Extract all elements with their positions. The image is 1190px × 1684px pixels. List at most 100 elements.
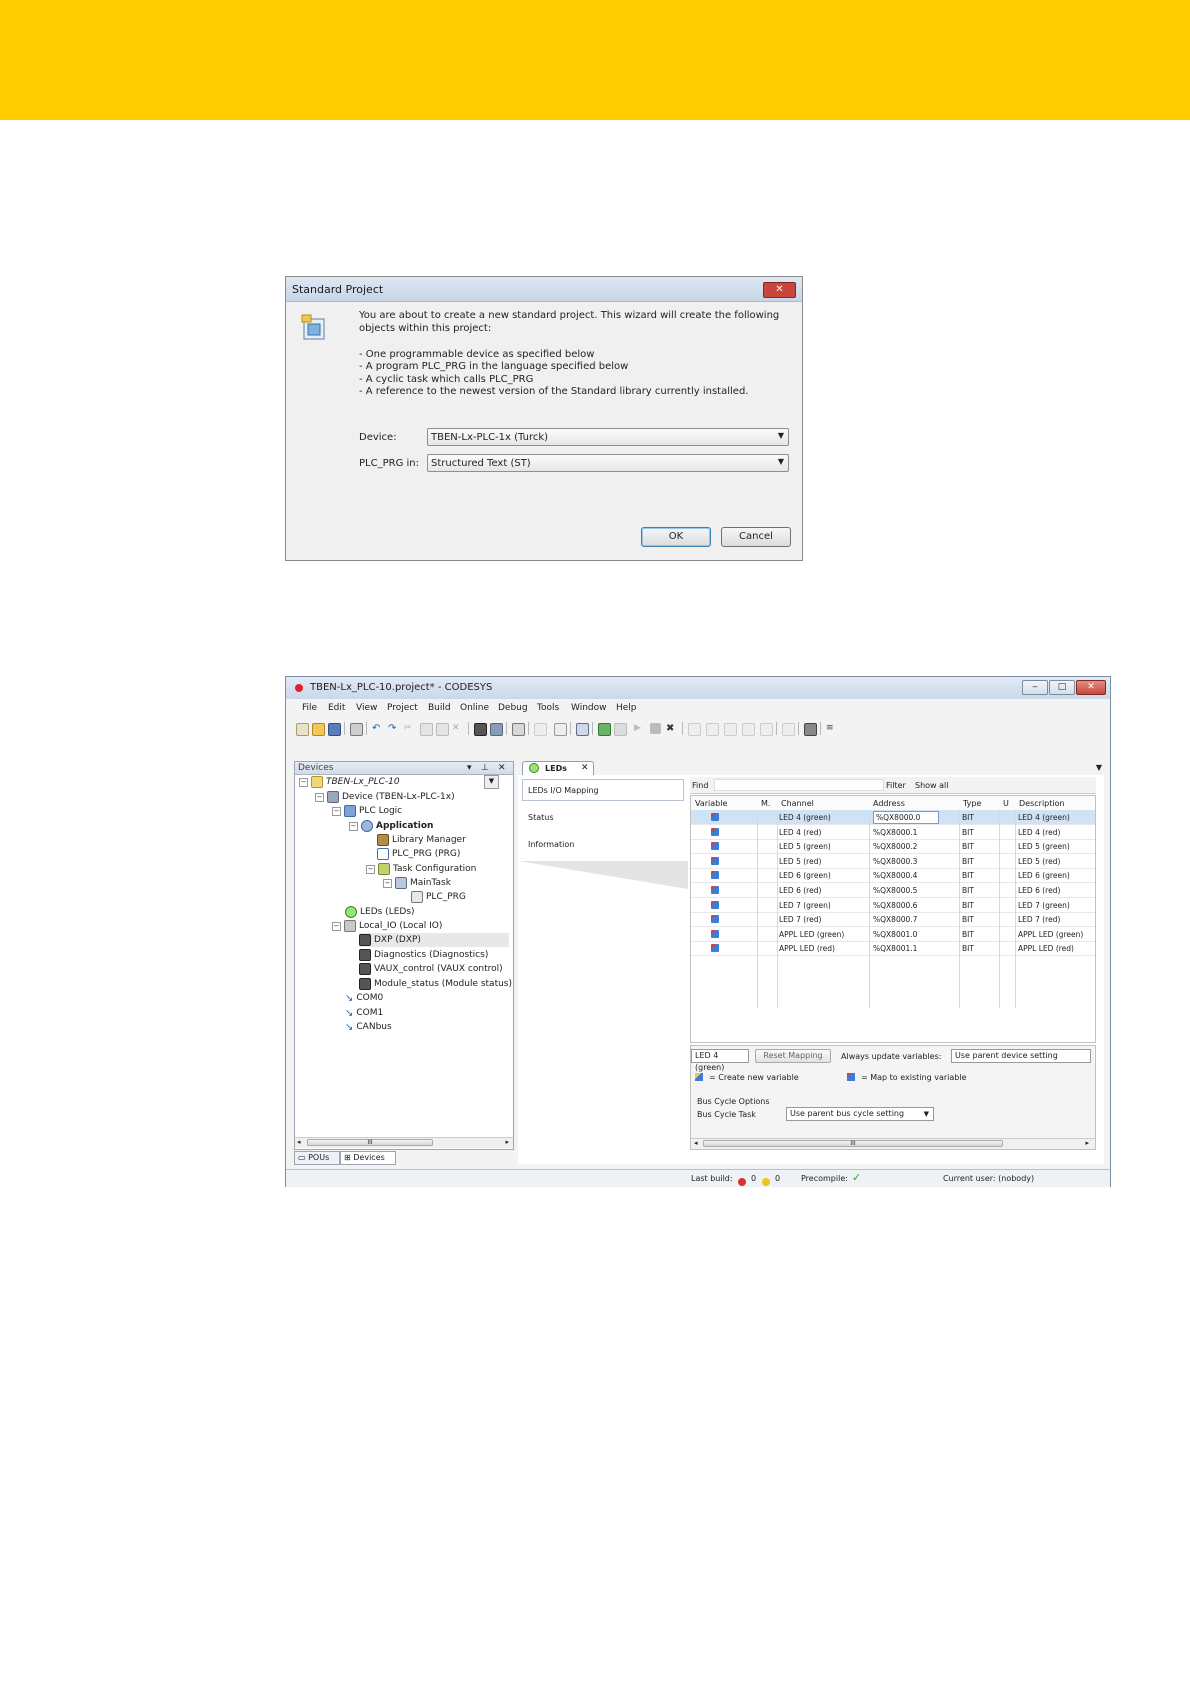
nav-status[interactable]: Status — [528, 813, 554, 822]
nav-leds-io-mapping[interactable]: LEDs I/O Mapping — [528, 786, 599, 795]
address-cell[interactable]: %QX8001.1 — [873, 944, 917, 953]
table-row[interactable]: LED 7 (green) %QX8000.6 BIT LED 7 (green) — [691, 898, 1095, 913]
always-update-select[interactable]: Use parent device setting — [951, 1049, 1091, 1063]
tab-list-dropdown-icon[interactable]: ▼ — [1096, 763, 1102, 772]
filter-select[interactable]: Show all — [915, 781, 948, 790]
step-over-icon[interactable] — [706, 723, 719, 736]
tree-item-com0[interactable]: ↘ COM0 — [345, 991, 383, 1005]
logout-icon[interactable] — [614, 723, 627, 736]
menu-window[interactable]: Window — [571, 703, 607, 713]
menu-view[interactable]: View — [356, 703, 377, 713]
tree-item-leds[interactable]: LEDs (LEDs) — [345, 905, 415, 919]
tree-item-local-io[interactable]: − Local_IO (Local IO) — [332, 919, 442, 933]
add-folder-icon[interactable] — [554, 723, 567, 736]
table-row[interactable]: LED 5 (green) %QX8000.2 BIT LED 5 (green) — [691, 839, 1095, 855]
scroll-left-icon[interactable]: ◂ — [694, 1139, 698, 1147]
address-cell[interactable]: %QX8000.7 — [873, 915, 917, 924]
tree-item-task-configuration[interactable]: − Task Configuration — [366, 862, 476, 876]
bus-cycle-task-select[interactable]: Use parent bus cycle setting ▼ — [786, 1107, 934, 1121]
address-cell[interactable]: %QX8000.1 — [873, 828, 917, 837]
find-input[interactable] — [714, 779, 884, 791]
scrollbar-thumb[interactable]: III — [307, 1139, 433, 1146]
collapse-toggle[interactable]: − — [383, 878, 392, 888]
tree-item-library-manager[interactable]: Library Manager — [377, 833, 466, 847]
minimize-button[interactable]: ‒ — [1022, 680, 1048, 695]
address-cell[interactable]: %QX8001.0 — [873, 930, 917, 939]
tree-item-plc-prg-call[interactable]: PLC_PRG — [411, 890, 466, 904]
table-row[interactable]: APPL LED (green) %QX8001.0 BIT APPL LED (gr… — [691, 927, 1095, 942]
print-icon[interactable] — [350, 723, 363, 736]
collapse-toggle[interactable]: − — [366, 864, 375, 874]
step-out-icon[interactable] — [742, 723, 755, 736]
col-unit[interactable]: U — [1003, 799, 1009, 808]
start-icon[interactable]: ▶ — [634, 723, 645, 734]
tree-item-device[interactable]: − Device (TBEN-Lx-PLC-1x) — [315, 790, 455, 804]
tree-item-plc-logic[interactable]: − PLC Logic — [332, 804, 402, 818]
login-icon[interactable] — [598, 723, 611, 736]
col-type[interactable]: Type — [963, 799, 981, 808]
pane-close-icon[interactable]: ✕ — [498, 763, 506, 773]
address-cell[interactable]: %QX8000.3 — [873, 857, 917, 866]
tree-dropdown-button[interactable]: ▼ — [484, 775, 499, 789]
menu-build[interactable]: Build — [428, 703, 451, 713]
col-address[interactable]: Address — [873, 799, 905, 808]
window-close-button[interactable]: ✕ — [1076, 680, 1106, 695]
address-cell[interactable]: %QX8000.5 — [873, 886, 917, 895]
menu-help[interactable]: Help — [616, 703, 637, 713]
collapse-toggle[interactable]: − — [299, 777, 308, 787]
tree-item-diagnostics[interactable]: Diagnostics (Diagnostics) — [359, 948, 488, 962]
scrollbar-thumb[interactable]: III — [703, 1140, 1003, 1147]
tree-item-plc-prg[interactable]: PLC_PRG (PRG) — [377, 847, 460, 861]
table-row[interactable]: LED 5 (red) %QX8000.3 BIT LED 5 (red) — [691, 854, 1095, 869]
table-row[interactable]: LED 6 (red) %QX8000.5 BIT LED 6 (red) — [691, 883, 1095, 898]
write-values-icon[interactable] — [782, 723, 795, 736]
paste-icon[interactable] — [436, 723, 449, 736]
table-row[interactable]: LED 4 (red) %QX8000.1 BIT LED 4 (red) — [691, 825, 1095, 840]
reset-icon[interactable]: ✖ — [666, 723, 677, 734]
tree-item-application[interactable]: − Application — [349, 819, 433, 833]
table-row[interactable]: LED 6 (green) %QX8000.4 BIT LED 6 (green) — [691, 868, 1095, 884]
menu-tools[interactable]: Tools — [537, 703, 559, 713]
add-object-icon[interactable] — [534, 723, 547, 736]
reset-mapping-button[interactable]: Reset Mapping — [755, 1049, 831, 1063]
address-cell[interactable]: %QX8000.0 — [873, 811, 939, 824]
delete-icon[interactable]: ✕ — [452, 723, 463, 734]
tab-leds[interactable]: LEDs ✕ — [522, 761, 594, 775]
collapse-toggle[interactable]: − — [332, 921, 341, 931]
select-all-icon[interactable] — [512, 723, 525, 736]
tab-pous[interactable]: ▭ POUs — [294, 1151, 340, 1165]
menu-edit[interactable]: Edit — [328, 703, 345, 713]
replace-icon[interactable] — [490, 723, 503, 736]
col-channel[interactable]: Channel — [781, 799, 814, 808]
run-to-cursor-icon[interactable] — [760, 723, 773, 736]
tree-item-com1[interactable]: ↘ COM1 — [345, 1006, 383, 1020]
collapse-toggle[interactable]: − — [349, 821, 358, 831]
menu-project[interactable]: Project — [387, 703, 418, 713]
nav-information[interactable]: Information — [528, 840, 574, 849]
pin-icon[interactable]: ⊥ — [481, 763, 489, 773]
collapse-toggle[interactable]: − — [332, 806, 341, 816]
col-mapping[interactable]: M. — [761, 799, 770, 808]
table-row[interactable]: APPL LED (red) %QX8001.1 BIT APPL LED (red) — [691, 941, 1095, 957]
tab-devices[interactable]: ⊞ Devices — [340, 1151, 396, 1165]
address-cell[interactable]: %QX8000.2 — [873, 842, 917, 851]
undo-icon[interactable]: ↶ — [372, 723, 383, 734]
menu-file[interactable]: File — [302, 703, 317, 713]
copy-icon[interactable] — [420, 723, 433, 736]
maximize-button[interactable]: □ — [1049, 680, 1075, 695]
plcprg-language-select[interactable]: Structured Text (ST) ▼ — [427, 454, 789, 472]
scroll-right-icon[interactable]: ▸ — [1085, 1139, 1089, 1147]
col-description[interactable]: Description — [1019, 799, 1065, 808]
cut-icon[interactable]: ✂ — [404, 723, 415, 734]
tree-item-maintask[interactable]: − MainTask — [383, 876, 451, 890]
tab-close-icon[interactable]: ✕ — [581, 763, 589, 773]
monitor-icon[interactable] — [804, 723, 817, 736]
menu-debug[interactable]: Debug — [498, 703, 528, 713]
step-into-icon[interactable] — [724, 723, 737, 736]
tree-item-vaux-control[interactable]: VAUX_control (VAUX control) — [359, 962, 503, 976]
editor-horizontal-scrollbar[interactable]: ◂ III ▸ — [691, 1138, 1095, 1149]
selected-channel-field[interactable]: LED 4 (green) — [691, 1049, 749, 1072]
save-icon[interactable] — [328, 723, 341, 736]
cancel-button[interactable]: Cancel — [721, 527, 791, 547]
device-select[interactable]: TBEN-Lx-PLC-1x (Turck) ▼ — [427, 428, 789, 446]
